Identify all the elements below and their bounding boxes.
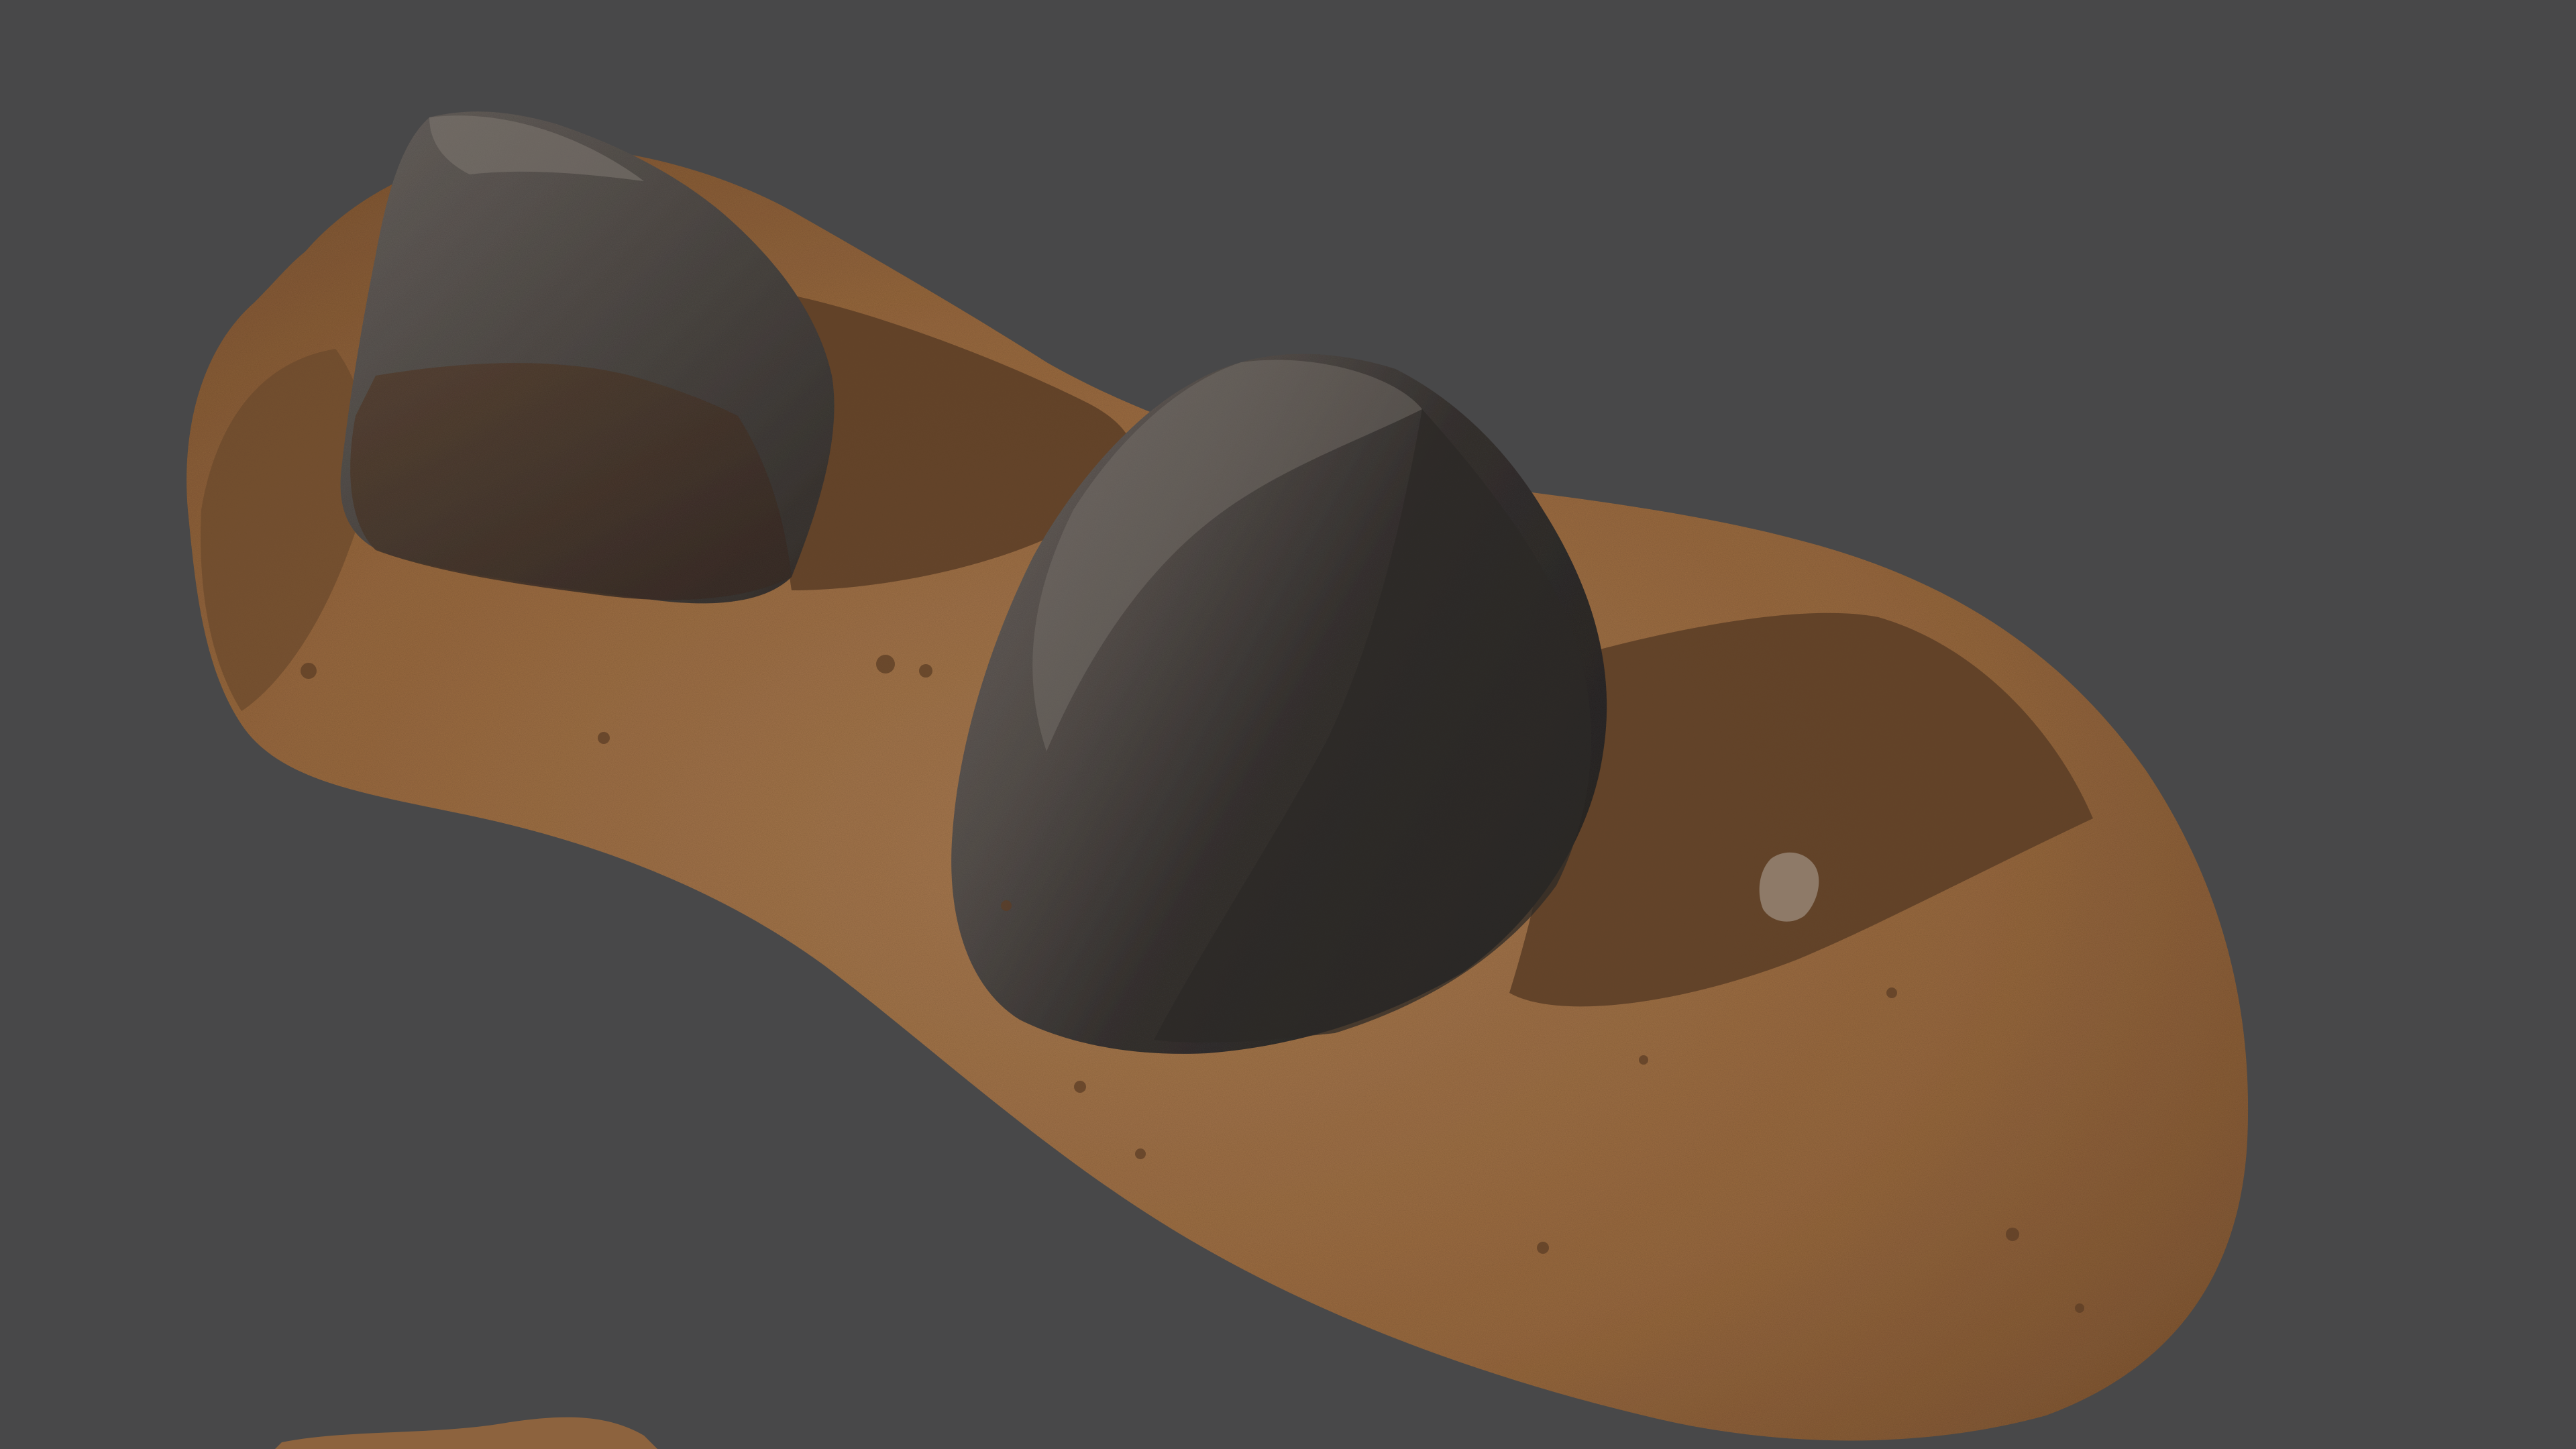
3d-viewport[interactable] — [0, 0, 2576, 1449]
bottom-sand-fragment — [275, 1417, 657, 1449]
scanned-rock-scene — [186, 111, 2249, 1449]
left-boulder — [340, 111, 835, 604]
